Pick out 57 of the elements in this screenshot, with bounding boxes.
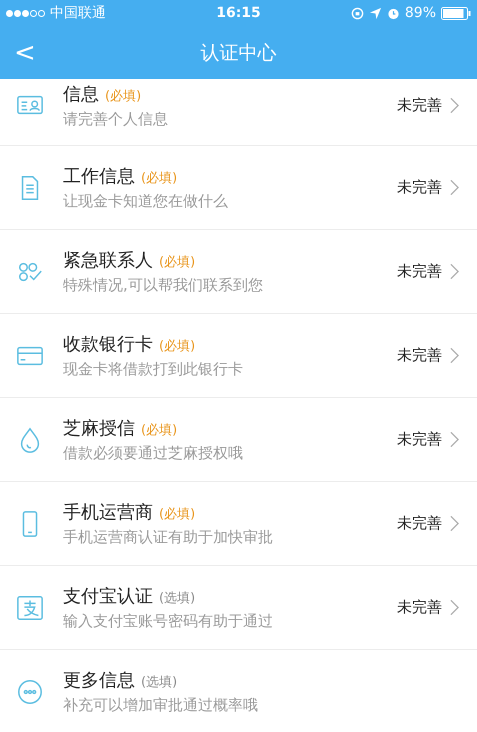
requirement-tag: (必填)	[159, 505, 196, 523]
requirement-tag: (选填)	[159, 589, 196, 607]
item-title: 芝麻授信	[63, 417, 135, 440]
carrier-name: 中国联通	[50, 4, 106, 22]
signal-icon	[6, 10, 45, 16]
item-description: 输入支付宝账号密码有助于通过	[63, 612, 274, 631]
requirement-tag: (必填)	[159, 337, 196, 355]
item-status: 未完善	[397, 430, 442, 449]
requirement-tag: (必填)	[159, 253, 196, 271]
item-description: 手机运营商认证有助于加快审批	[63, 528, 274, 547]
rotation-lock-icon	[350, 6, 364, 20]
item-description: 让现金卡知道您在做什么	[63, 192, 229, 211]
item-status: 未完善	[397, 178, 442, 197]
requirement-tag: (必填)	[141, 169, 178, 187]
verification-item[interactable]: 工作信息 (必填) 让现金卡知道您在做什么 未完善	[0, 146, 477, 230]
item-description: 现金卡将借款打到此银行卡	[63, 360, 244, 379]
location-icon	[368, 6, 382, 20]
clock-time: 16:15	[216, 5, 261, 21]
verification-item[interactable]: 信息 (必填) 请完善个人信息 未完善	[0, 79, 477, 146]
more-icon	[16, 678, 44, 706]
verification-item[interactable]: 收款银行卡 (必填) 现金卡将借款打到此银行卡 未完善	[0, 314, 477, 398]
item-status: 未完善	[397, 262, 442, 281]
verification-item[interactable]: 紧急联系人 (必填) 特殊情况,可以帮我们联系到您 未完善	[0, 230, 477, 314]
chevron-icon	[450, 179, 459, 196]
requirement-tag: (选填)	[141, 673, 178, 691]
item-title: 更多信息	[63, 669, 135, 692]
chevron-icon	[450, 515, 459, 532]
item-title: 支付宝认证	[63, 585, 153, 608]
item-description: 借款必须要通过芝麻授权哦	[63, 444, 244, 463]
pay-icon	[16, 594, 44, 622]
chevron-icon	[450, 599, 459, 616]
item-title: 手机运营商	[63, 501, 153, 524]
chevron-icon	[450, 263, 459, 280]
verification-item[interactable]: 芝麻授信 (必填) 借款必须要通过芝麻授权哦 未完善	[0, 398, 477, 482]
requirement-tag: (必填)	[141, 421, 178, 439]
item-title: 信息	[63, 82, 99, 106]
chevron-icon	[450, 431, 459, 448]
item-status: 未完善	[397, 514, 442, 533]
item-description: 补充可以增加审批通过概率哦	[63, 696, 259, 715]
alarm-icon	[386, 6, 400, 20]
verification-item[interactable]: 支付宝认证 (选填) 输入支付宝账号密码有助于通过 未完善	[0, 566, 477, 650]
requirement-tag: (必填)	[105, 86, 142, 104]
verification-item[interactable]: 更多信息 (选填) 补充可以增加审批通过概率哦	[0, 650, 477, 732]
battery-percent: 89%	[404, 5, 436, 21]
item-title: 收款银行卡	[63, 333, 153, 356]
item-status: 未完善	[397, 598, 442, 617]
item-description: 特殊情况,可以帮我们联系到您	[63, 276, 264, 295]
item-status: 未完善	[397, 346, 442, 365]
item-title: 工作信息	[63, 165, 135, 188]
item-title: 紧急联系人	[63, 249, 153, 272]
battery-icon	[441, 6, 471, 20]
chevron-icon	[450, 96, 459, 114]
page-title: 认证中心	[200, 40, 276, 66]
item-status: 未完善	[397, 96, 442, 114]
chevron-icon	[450, 347, 459, 364]
item-description: 请完善个人信息	[63, 110, 169, 128]
verification-item[interactable]: 手机运营商 (必填) 手机运营商认证有助于加快审批 未完善	[0, 482, 477, 566]
